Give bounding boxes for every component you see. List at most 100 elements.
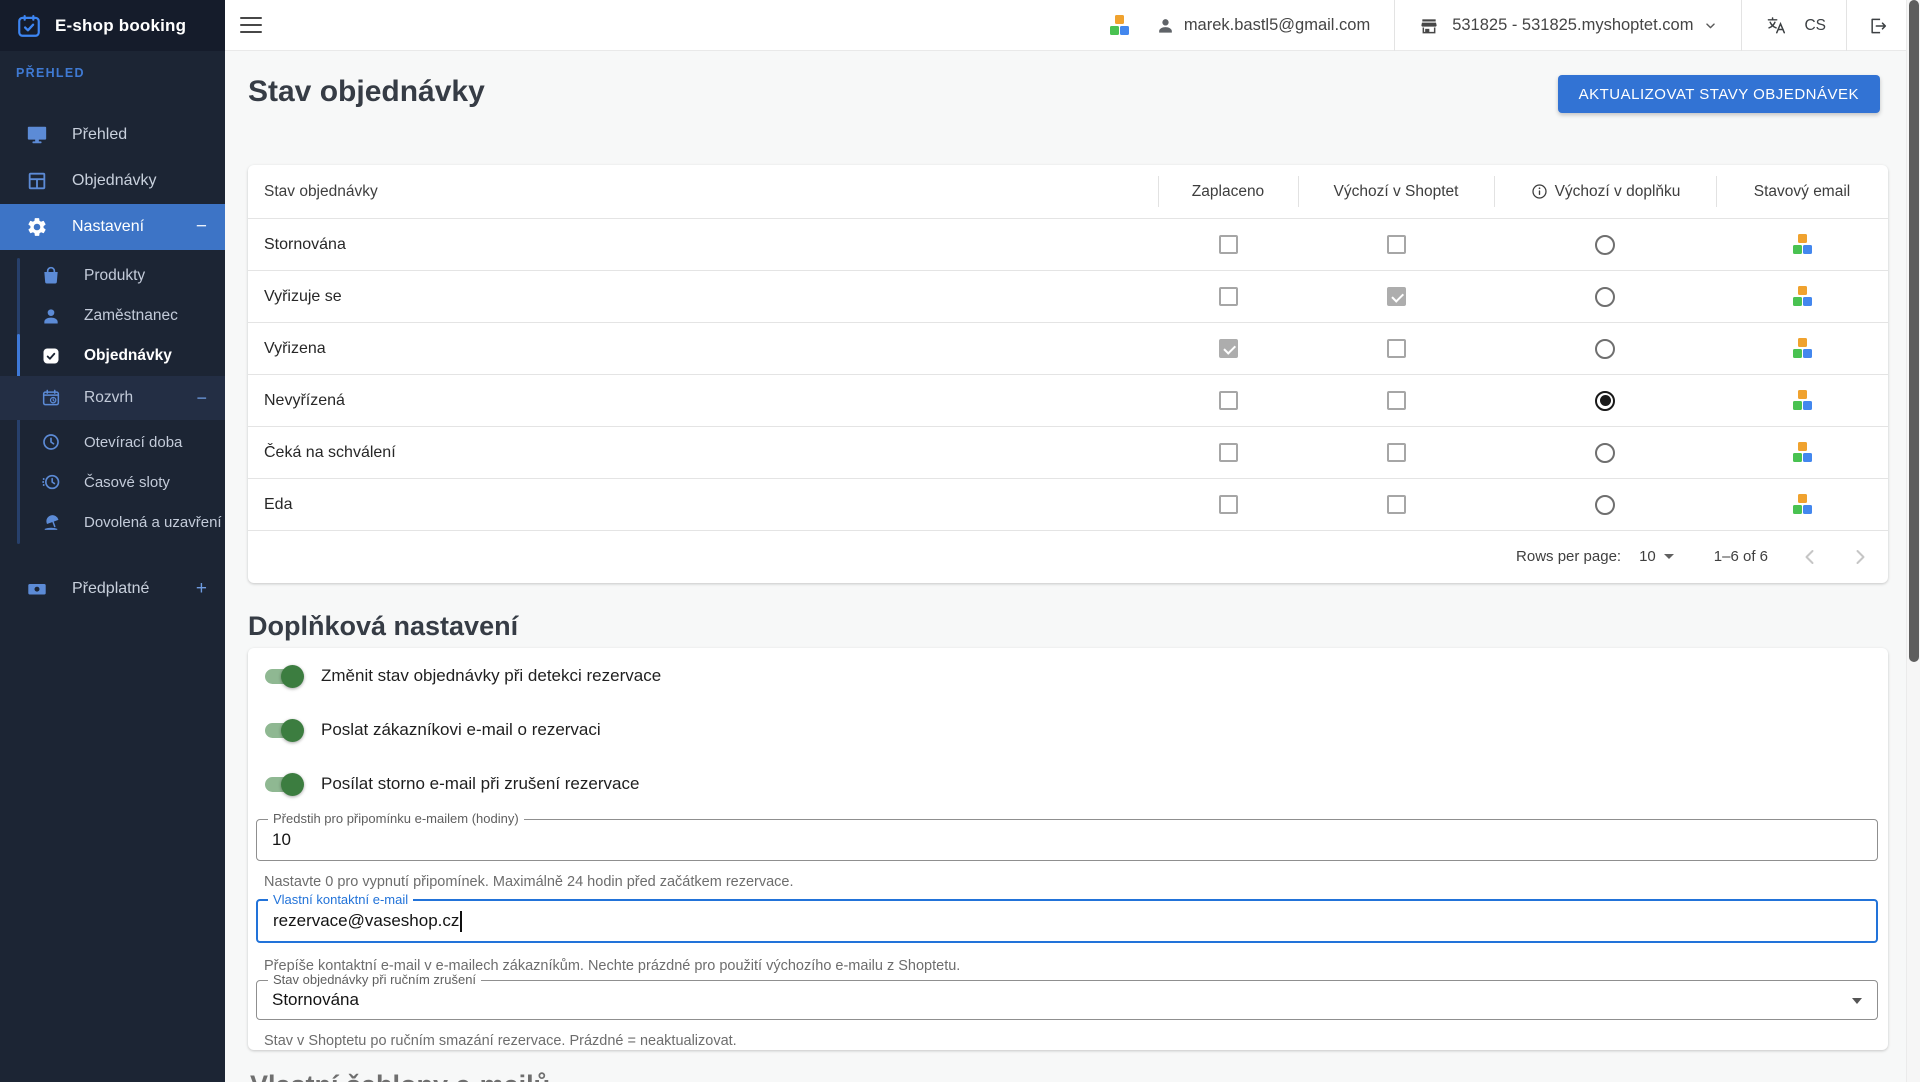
toggle-send-email[interactable] <box>263 719 304 741</box>
toggle-change-status[interactable] <box>263 665 304 687</box>
sidebar-item-prehled[interactable]: Přehled <box>0 112 225 158</box>
zaplaceno-checkbox[interactable] <box>1219 287 1238 306</box>
app-title: E-shop booking <box>55 16 186 36</box>
cancel-status-helper-text: Stav v Shoptetu po ručním smazání rezerv… <box>264 1033 737 1049</box>
vychozi-doplnku-radio[interactable] <box>1595 495 1615 515</box>
shop-selector-label: 531825 - 531825.myshoptet.com <box>1452 16 1693 35</box>
previous-page-button[interactable] <box>1798 545 1822 569</box>
toggle-row-storno-email: Posílat storno e-mail při zrušení rezerv… <box>248 757 1888 811</box>
gear-icon <box>26 216 48 238</box>
next-section-partial-heading: Vlastní šablony e-mailů <box>250 1070 550 1082</box>
chevron-down-icon <box>1702 17 1719 34</box>
sidebar-item-nastaveni[interactable]: Nastavení − <box>0 204 225 250</box>
contact-email-value[interactable]: rezervace@vaseshop.cz <box>273 911 459 931</box>
chevron-down-icon <box>1852 998 1862 1004</box>
zaplaceno-checkbox[interactable] <box>1219 495 1238 514</box>
topbar: marek.bastl5@gmail.com 531825 - 531825.m… <box>225 0 1920 51</box>
sidebar-item-rozvrh[interactable]: Rozvrh − <box>0 376 225 420</box>
divider <box>1394 0 1395 51</box>
toggle-label: Posílat storno e-mail při zrušení rezerv… <box>321 774 639 794</box>
rows-per-page-label: Rows per page: <box>1516 548 1621 565</box>
status-email-icon[interactable] <box>1791 234 1813 255</box>
vychozi-doplnku-radio[interactable] <box>1595 287 1615 307</box>
sidebar-item-oteviraci-doba[interactable]: Otevírací doba <box>0 422 225 462</box>
account-email: marek.bastl5@gmail.com <box>1184 16 1370 35</box>
toggle-storno-email[interactable] <box>263 773 304 795</box>
scrollbar-track[interactable] <box>1906 0 1920 1082</box>
sidebar-item-dovolena[interactable]: Dovolená a uzavření <box>0 502 225 542</box>
status-email-icon[interactable] <box>1791 390 1813 411</box>
sidebar-item-casove-sloty[interactable]: Časové sloty <box>0 462 225 502</box>
collapse-icon[interactable]: − <box>196 216 207 238</box>
table-row: Stornována <box>248 218 1888 270</box>
vychozi-shoptet-checkbox[interactable] <box>1387 339 1406 358</box>
reminder-hours-input[interactable] <box>272 830 1862 850</box>
table-header: Stav objednávky Zaplaceno Výchozí v Shop… <box>248 165 1888 218</box>
sidebar-item-zamestnanec[interactable]: Zaměstnanec <box>0 296 225 336</box>
sidebar-item-label: Otevírací doba <box>84 434 182 451</box>
vychozi-doplnku-radio[interactable] <box>1595 235 1615 255</box>
check-square-icon <box>41 346 61 366</box>
main-content: Stav objednávky AKTUALIZOVAT STAVY OBJED… <box>225 51 1920 1082</box>
status-email-icon[interactable] <box>1791 442 1813 463</box>
collapse-icon[interactable]: − <box>196 388 207 409</box>
time-slots-icon <box>41 472 61 492</box>
table-row: Vyřizuje se <box>248 270 1888 322</box>
person-icon <box>41 306 61 326</box>
zaplaceno-checkbox[interactable] <box>1219 391 1238 410</box>
translate-icon[interactable] <box>1766 15 1787 36</box>
sidebar-item-label: Zaměstnanec <box>84 307 178 325</box>
column-header-vychozi-shoptet: Výchozí v Shoptet <box>1298 165 1494 218</box>
monitor-icon <box>26 124 48 146</box>
field-label: Předstih pro připomínku e-mailem (hodiny… <box>268 811 524 827</box>
zaplaceno-checkbox[interactable] <box>1219 339 1238 358</box>
info-icon[interactable] <box>1530 182 1549 201</box>
toggle-row-send-email: Poslat zákazníkovi e-mail o rezervaci <box>248 703 1888 757</box>
divider <box>1846 0 1847 51</box>
sidebar-item-objednavky-settings[interactable]: Objednávky <box>0 336 225 376</box>
column-header-stavovy-email: Stavový email <box>1716 165 1888 218</box>
vychozi-shoptet-checkbox[interactable] <box>1387 391 1406 410</box>
sidebar-item-predplatne[interactable]: Předplatné + <box>0 566 225 612</box>
contact-email-field[interactable]: Vlastní kontaktní e-mail rezervace@vases… <box>256 899 1878 943</box>
field-label: Stav objednávky při ručním zrušení <box>268 972 481 988</box>
field-label: Vlastní kontaktní e-mail <box>268 892 413 908</box>
divider <box>1741 0 1742 51</box>
update-order-statuses-button[interactable]: AKTUALIZOVAT STAVY OBJEDNÁVEK <box>1558 75 1880 113</box>
table-row: Eda <box>248 478 1888 530</box>
zaplaceno-checkbox[interactable] <box>1219 235 1238 254</box>
vychozi-shoptet-checkbox[interactable] <box>1387 287 1406 306</box>
shop-selector[interactable]: 531825 - 531825.myshoptet.com <box>1419 0 1719 51</box>
nav-section-label: PŘEHLED <box>16 66 85 80</box>
sidebar-item-produkty[interactable]: Produkty <box>0 256 225 296</box>
expand-icon[interactable]: + <box>196 578 207 600</box>
zaplaceno-checkbox[interactable] <box>1219 443 1238 462</box>
cancel-status-select[interactable]: Stav objednávky při ručním zrušení Storn… <box>256 980 1878 1020</box>
table-icon <box>26 170 48 192</box>
language-code[interactable]: CS <box>1804 17 1826 35</box>
status-email-icon[interactable] <box>1791 338 1813 359</box>
status-email-icon[interactable] <box>1791 494 1813 515</box>
status-email-icon[interactable] <box>1791 286 1813 307</box>
vychozi-shoptet-checkbox[interactable] <box>1387 235 1406 254</box>
vychozi-shoptet-checkbox[interactable] <box>1387 443 1406 462</box>
column-header-zaplaceno: Zaplaceno <box>1158 165 1298 218</box>
vychozi-doplnku-radio[interactable] <box>1595 391 1615 411</box>
sidebar-item-label: Přehled <box>72 126 127 144</box>
vychozi-doplnku-radio[interactable] <box>1595 443 1615 463</box>
vychozi-doplnku-radio[interactable] <box>1595 339 1615 359</box>
rows-per-page-select[interactable]: 10 <box>1639 548 1674 565</box>
banknote-icon <box>26 578 48 600</box>
scrollbar-thumb[interactable] <box>1909 0 1919 662</box>
sidebar-item-label: Časové sloty <box>84 474 170 491</box>
clock-icon <box>41 432 61 452</box>
reminder-helper-text: Nastavte 0 pro vypnutí připomínek. Maxim… <box>264 874 794 890</box>
vychozi-shoptet-checkbox[interactable] <box>1387 495 1406 514</box>
sidebar-item-objednavky[interactable]: Objednávky <box>0 158 225 204</box>
sidebar-item-label: Produkty <box>84 267 145 285</box>
next-page-button[interactable] <box>1848 545 1872 569</box>
hamburger-menu-icon[interactable] <box>240 17 262 33</box>
reminder-hours-field[interactable]: Předstih pro připomínku e-mailem (hodiny… <box>256 819 1878 861</box>
logout-icon[interactable] <box>1868 16 1888 36</box>
order-status-name: Eda <box>248 496 1158 514</box>
